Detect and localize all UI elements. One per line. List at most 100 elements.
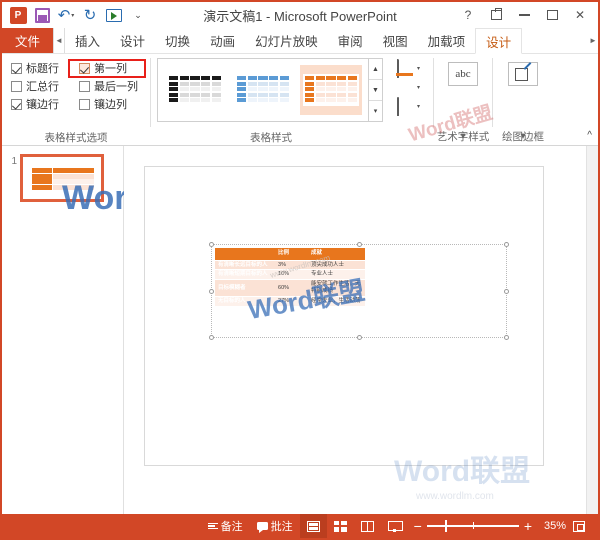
table-row[interactable]: 无目标的人 27% 经常失业，生活动荡: [215, 296, 366, 307]
tab-animations[interactable]: 动画: [200, 28, 245, 53]
tab-addins[interactable]: 加载项: [418, 28, 476, 53]
borders-dropdown-icon[interactable]: ▾: [417, 84, 420, 91]
close-button[interactable]: ✕: [566, 4, 594, 26]
table-styles-scrollbar: ▲ ▼ ▾: [369, 58, 383, 122]
draw-borders-dropdown-icon[interactable]: ▾: [493, 130, 553, 145]
table-row[interactable]: 有清晰长远目标的人 3% 顶尖成功人士: [215, 260, 366, 271]
effects-button[interactable]: ▾: [395, 97, 420, 116]
last-column-checkbox-box[interactable]: [79, 80, 90, 92]
header-row-checkbox-box[interactable]: [11, 62, 22, 74]
checkbox-total-row[interactable]: 汇总行: [11, 78, 79, 94]
checkbox-last-column[interactable]: 最后一列: [79, 78, 155, 94]
row-label-cell: 有清晰长远目标的人: [215, 260, 276, 271]
zoom-slider-thumb[interactable]: [444, 520, 448, 533]
resize-handle-bottom-center[interactable]: [356, 335, 362, 340]
checkbox-banded-rows[interactable]: 镶边行: [11, 96, 79, 112]
save-icon[interactable]: [31, 4, 53, 26]
effects-glyph: [397, 97, 399, 116]
notes-button[interactable]: 备注: [201, 514, 250, 538]
gallery-more-icon[interactable]: ▾: [369, 101, 382, 121]
minimize-button[interactable]: [510, 4, 538, 26]
tab-scroll-right-icon[interactable]: ►: [588, 28, 598, 53]
table-row[interactable]: 有清晰短期目标的人 10% 专业人士: [215, 269, 366, 281]
tab-design[interactable]: 设计: [110, 28, 155, 53]
table-styles-gallery: [157, 58, 369, 122]
tab-review[interactable]: 审阅: [328, 28, 373, 53]
customize-qat-icon[interactable]: ⌄: [127, 4, 149, 26]
draw-borders-button[interactable]: [497, 58, 549, 86]
ribbon: 标题行 第一列 汇总行 最后一列 镶边行 镶边列 表格样式选项 ▲ ▼ ▾ 表格…: [2, 54, 598, 146]
tab-transitions[interactable]: 切换: [155, 28, 200, 53]
wordart-dropdown-icon[interactable]: ▾: [434, 130, 492, 145]
thumb-row: [237, 81, 290, 86]
resize-handle-bottom-left[interactable]: [209, 335, 214, 340]
view-normal-button[interactable]: [299, 514, 327, 538]
slide-thumbnail-1[interactable]: [20, 154, 104, 202]
view-slideshow-button[interactable]: [381, 514, 408, 538]
resize-handle-bottom-right[interactable]: [504, 335, 509, 340]
borders-button[interactable]: ▾: [395, 79, 420, 96]
comments-button[interactable]: 批注: [250, 514, 300, 538]
slide-canvas[interactable]: 比例 成就 有清晰长远目标的人 3% 顶尖成功人士 有清晰短期目标的人 10% …: [144, 166, 544, 466]
zoom-in-button[interactable]: +: [524, 519, 532, 533]
gallery-scroll-up-icon[interactable]: ▲: [369, 59, 382, 80]
draw-borders-body: [493, 54, 553, 129]
fit-to-window-button[interactable]: [566, 514, 592, 538]
shading-dropdown-icon[interactable]: ▾: [417, 65, 420, 72]
undo-dropdown-icon[interactable]: ▾: [71, 12, 74, 19]
view-reading-button[interactable]: [354, 514, 381, 538]
table-selection-wrapper[interactable]: 比例 成就 有清晰长远目标的人 3% 顶尖成功人士 有清晰短期目标的人 10% …: [209, 242, 509, 340]
tab-table-design[interactable]: 设计: [475, 28, 523, 54]
collapse-ribbon-icon[interactable]: ^: [587, 130, 592, 141]
mini-row: [32, 168, 94, 174]
group-draw-borders: 绘图边框 ▾: [493, 54, 553, 145]
redo-icon[interactable]: ↻: [79, 4, 101, 26]
effects-dropdown-icon[interactable]: ▾: [417, 103, 420, 110]
shading-button[interactable]: ▾: [395, 59, 420, 78]
table-style-thumbnail-orange-selected[interactable]: [300, 65, 362, 115]
start-slideshow-icon[interactable]: [103, 4, 125, 26]
powerpoint-logo-icon[interactable]: P: [7, 4, 29, 26]
total-row-checkbox-box[interactable]: [11, 80, 22, 92]
slide-thumbnail-pane[interactable]: 1: [2, 146, 216, 514]
ribbon-display-options-button[interactable]: [482, 4, 510, 26]
table-style-thumbnail-dark[interactable]: [164, 65, 226, 115]
banded-rows-checkbox-box[interactable]: [11, 98, 22, 110]
maximize-button[interactable]: [538, 4, 566, 26]
customize-qat-glyph: ⌄: [134, 9, 142, 20]
table-row[interactable]: 目标模糊者 60% 能安就工作生活，无特别成绩: [215, 279, 366, 297]
tab-insert[interactable]: 插入: [65, 28, 110, 53]
zoom-control[interactable]: − +: [408, 519, 538, 533]
vertical-scrollbar[interactable]: [586, 146, 598, 514]
resize-handle-middle-left[interactable]: [209, 288, 214, 294]
slide-table[interactable]: 比例 成就 有清晰长远目标的人 3% 顶尖成功人士 有清晰短期目标的人 10% …: [215, 248, 366, 307]
first-column-checkbox-box[interactable]: [79, 62, 90, 74]
checkbox-first-column[interactable]: 第一列: [79, 60, 155, 76]
tab-view[interactable]: 视图: [373, 28, 418, 53]
zoom-slider-track[interactable]: [426, 520, 519, 533]
undo-icon[interactable]: ↶ ▾: [55, 4, 77, 26]
slide-thumbnail-item[interactable]: 1: [8, 154, 123, 202]
zoom-out-button[interactable]: −: [414, 519, 422, 533]
checkbox-banded-columns[interactable]: 镶边列: [79, 96, 155, 112]
tab-scroll-left-icon[interactable]: ◄: [53, 28, 66, 53]
table-style-thumbnail-blue[interactable]: [232, 65, 294, 115]
checkbox-header-row[interactable]: 标题行: [11, 60, 79, 76]
zoom-percentage[interactable]: 35%: [538, 520, 566, 532]
minimize-icon: [518, 14, 530, 16]
tab-slideshow[interactable]: 幻灯片放映: [245, 28, 328, 53]
notes-icon: [207, 522, 218, 530]
effects-icon: [395, 97, 415, 116]
resize-handle-middle-right[interactable]: [504, 288, 509, 294]
resize-handle-top-center[interactable]: [356, 242, 362, 247]
gallery-scroll-down-icon[interactable]: ▼: [369, 80, 382, 101]
resize-handle-top-left[interactable]: [209, 242, 214, 247]
banded-columns-checkbox-box[interactable]: [79, 98, 90, 110]
view-slide-sorter-button[interactable]: [327, 514, 354, 538]
thumb-row: [169, 76, 222, 81]
tab-file[interactable]: 文件: [2, 28, 54, 53]
wordart-styles-button[interactable]: abc: [438, 58, 488, 86]
slide-editing-area[interactable]: 比例 成就 有清晰长远目标的人 3% 顶尖成功人士 有清晰短期目标的人 10% …: [124, 146, 598, 514]
resize-handle-top-right[interactable]: [504, 242, 509, 247]
help-button[interactable]: ?: [454, 4, 482, 26]
